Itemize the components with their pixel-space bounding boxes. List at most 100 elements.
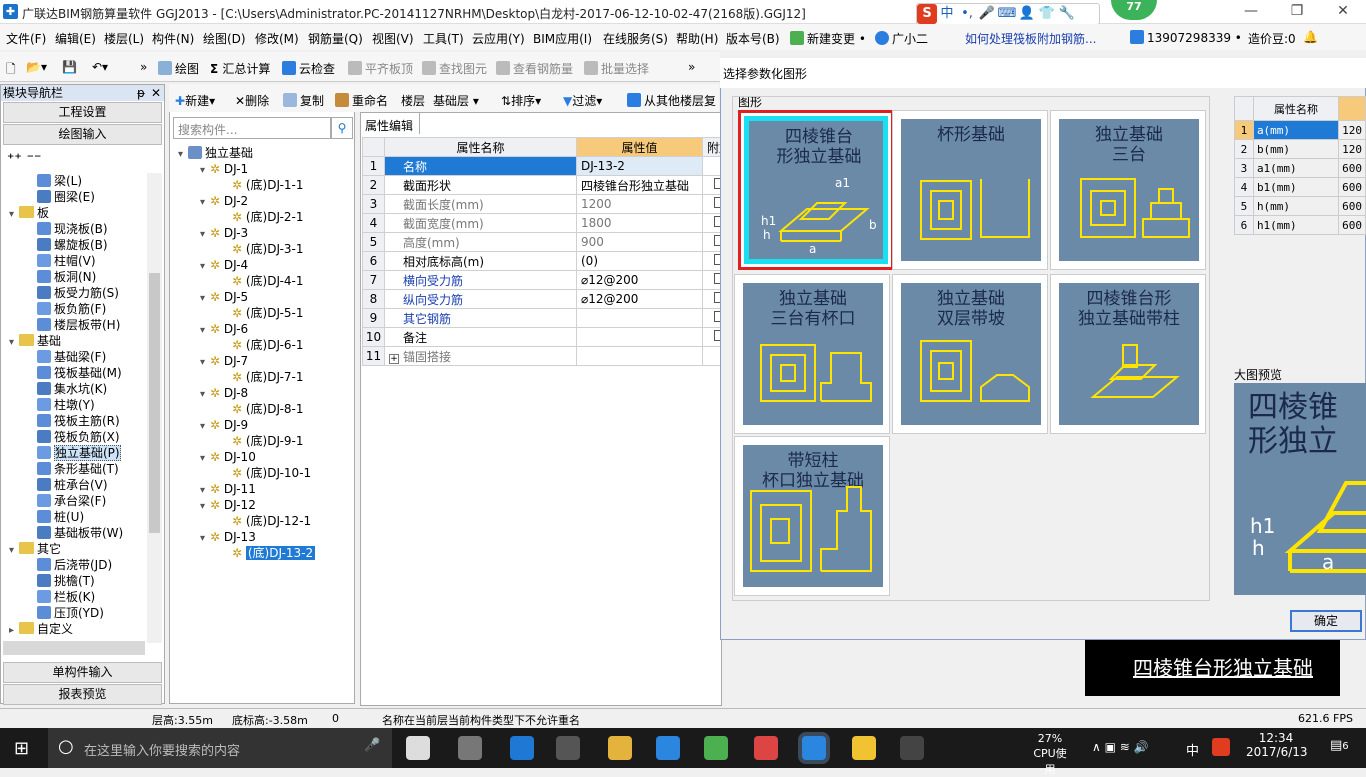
expand-icon[interactable]: ▸ — [9, 623, 19, 639]
copy-button[interactable]: 复制 — [283, 92, 324, 109]
flush-slab-button[interactable]: 平齐板顶 — [348, 60, 413, 77]
tree-root[interactable]: ▾ 独立基础 — [178, 145, 253, 161]
param-row[interactable]: 1 a(mm) 120 — [1234, 120, 1366, 140]
nav-item[interactable]: 压顶(YD) — [37, 605, 104, 621]
nav-item[interactable]: 挑檐(T) — [37, 573, 95, 589]
notification-center[interactable]: ▤6 — [1330, 738, 1349, 753]
menu-rebar-qty[interactable]: 钢筋量(Q) — [308, 30, 363, 47]
cloud-check-button[interactable]: 云检查 — [282, 60, 335, 77]
component-item[interactable]: ▾ ✲ DJ-5 — [200, 289, 248, 305]
menu-component[interactable]: 构件(N) — [152, 30, 194, 47]
help-link[interactable]: 如何处理筏板附加钢筋... — [965, 30, 1096, 47]
undo-icon[interactable]: ↶▾ — [92, 60, 108, 74]
menu-bim[interactable]: BIM应用(I) — [533, 30, 592, 47]
nav-item[interactable]: 栏板(K) — [37, 589, 95, 605]
component-sub-item[interactable]: ✲ (底)DJ-9-1 — [232, 433, 304, 449]
component-sub-item[interactable]: ✲ (底)DJ-6-1 — [232, 337, 304, 353]
nav-item[interactable]: 螺旋板(B) — [37, 237, 108, 253]
prop-value[interactable]: 1200 — [576, 194, 703, 214]
component-item[interactable]: ▾ ✲ DJ-9 — [200, 417, 248, 433]
expand-icon[interactable]: ▾ — [200, 291, 210, 307]
menu-cloud[interactable]: 云应用(Y) — [472, 30, 525, 47]
prop-value[interactable]: 1800 — [576, 213, 703, 233]
find-element-button[interactable]: 查找图元 — [422, 60, 487, 77]
menu-draw[interactable]: 绘图(D) — [203, 30, 246, 47]
expand-icon[interactable]: ▾ — [200, 483, 210, 499]
nav-item[interactable]: 现浇板(B) — [37, 221, 108, 237]
ime-toolbar[interactable]: S 中 •, 🎤 ⌨ 👤 👕 🔧 — [916, 3, 1100, 25]
report-preview-button[interactable]: 报表预览 — [3, 684, 162, 705]
prop-value[interactable]: 900 — [576, 232, 703, 252]
draw-input-button[interactable]: 绘图输入 — [3, 124, 162, 145]
batch-select-button[interactable]: 批量选择 — [584, 60, 649, 77]
more-icon[interactable]: » — [140, 60, 147, 74]
draw-button[interactable]: 绘图 — [158, 60, 199, 77]
menu-new-change[interactable]: 新建变更 • — [790, 30, 866, 47]
input-lang[interactable]: 中 — [1186, 740, 1199, 759]
new-component-button[interactable]: ✚新建▾ — [175, 92, 215, 109]
nav-item[interactable]: 基础梁(F) — [37, 349, 106, 365]
task-view-icon[interactable] — [406, 736, 430, 760]
prop-value[interactable] — [576, 308, 703, 328]
shape-tile-three-step[interactable]: 独立基础 三台 — [1050, 110, 1206, 270]
nav-item[interactable]: 楼层板带(H) — [37, 317, 120, 333]
shape-tile-three-step-cup[interactable]: 独立基础 三台有杯口 — [734, 274, 890, 434]
rename-button[interactable]: 重命名 — [335, 92, 388, 109]
component-item[interactable]: ▾ ✲ DJ-7 — [200, 353, 248, 369]
nav-item[interactable]: 筏板基础(M) — [37, 365, 122, 381]
component-item[interactable]: ▾ ✲ DJ-1 — [200, 161, 248, 177]
nav-folder[interactable]: ▾ 基础 — [9, 333, 61, 349]
open-folder-icon[interactable]: 📂▾ — [26, 60, 47, 74]
store-icon[interactable] — [556, 736, 580, 760]
nav-item[interactable]: 柱帽(V) — [37, 253, 96, 269]
expand-all-icon[interactable]: ⁺⁺ ⁻⁻ — [7, 151, 41, 167]
property-row[interactable]: 6 相对底标高(m) (0) — [362, 251, 737, 271]
filter-button[interactable]: ▼过滤▾ — [563, 92, 602, 109]
param-row[interactable]: 6 h1(mm) 600 — [1234, 215, 1366, 235]
taskbar-search[interactable]: ○ 在这里输入你要搜索的内容 🎤 — [48, 728, 392, 768]
floor-select[interactable]: 基础层 ▾ — [433, 92, 491, 109]
nav-item[interactable]: 条形基础(T) — [37, 461, 119, 477]
single-component-button[interactable]: 单构件输入 — [3, 662, 162, 683]
property-row[interactable]: 7 横向受力筋 ⌀12@200 — [362, 270, 737, 290]
component-sub-item[interactable]: ✲ (底)DJ-1-1 — [232, 177, 304, 193]
expand-icon[interactable]: ▾ — [200, 163, 210, 179]
nav-item[interactable]: 桩(U) — [37, 509, 84, 525]
toolbar-overflow-icon[interactable]: » — [688, 60, 695, 74]
nav-folder[interactable]: ▾ 其它 — [9, 541, 61, 557]
component-item[interactable]: ▾ ✲ DJ-11 — [200, 481, 256, 497]
sogou-tray-icon[interactable] — [1212, 738, 1230, 756]
bell-icon[interactable]: 🔔 — [1303, 30, 1318, 44]
menu-online[interactable]: 在线服务(S) — [603, 30, 668, 47]
minimize-button[interactable]: — — [1228, 0, 1274, 24]
shape-tile-short-column-cup[interactable]: 带短柱 杯口独立基础 — [734, 436, 890, 596]
prop-value[interactable]: (0) — [576, 251, 703, 271]
param-row[interactable]: 2 b(mm) 120 — [1234, 139, 1366, 159]
component-sub-item[interactable]: ✲ (底)DJ-13-2 — [232, 545, 316, 561]
shape-tile-cup[interactable]: 杯形基础 — [892, 110, 1048, 270]
help-app-icon[interactable] — [900, 736, 924, 760]
project-settings-button[interactable]: 工程设置 — [3, 102, 162, 123]
sogou-ime-icon[interactable]: S — [917, 4, 937, 24]
nav-item[interactable]: 板受力筋(S) — [37, 285, 119, 301]
component-item[interactable]: ▾ ✲ DJ-3 — [200, 225, 248, 241]
prop-value[interactable]: ⌀12@200 — [576, 289, 703, 309]
glodon-icon[interactable] — [656, 736, 680, 760]
user-icon[interactable]: 👤 — [1017, 4, 1037, 24]
nav-hscrollbar[interactable] — [3, 641, 145, 655]
expand-icon[interactable]: ▾ — [200, 355, 210, 371]
component-sub-item[interactable]: ✲ (底)DJ-8-1 — [232, 401, 304, 417]
shape-tile-pyramid[interactable]: 四棱锥台 形独立基础 a h1 h b a1 — [738, 110, 894, 270]
expand-icon[interactable]: ▾ — [200, 195, 210, 211]
param-value[interactable]: 600 — [1338, 215, 1366, 235]
prop-value[interactable]: 四棱锥台形独立基础 — [576, 175, 703, 195]
nav-item[interactable]: 板洞(N) — [37, 269, 96, 285]
component-item[interactable]: ▾ ✲ DJ-13 — [200, 529, 256, 545]
component-sub-item[interactable]: ✲ (底)DJ-12-1 — [232, 513, 311, 529]
nav-item[interactable]: 桩承台(V) — [37, 477, 108, 493]
windows-start-icon[interactable]: ⊞ — [14, 738, 29, 759]
nav-item[interactable]: 独立基础(P) — [37, 445, 121, 461]
component-sub-item[interactable]: ✲ (底)DJ-4-1 — [232, 273, 304, 289]
restore-button[interactable]: ❐ — [1274, 0, 1320, 24]
app-icon-2[interactable] — [754, 736, 778, 760]
